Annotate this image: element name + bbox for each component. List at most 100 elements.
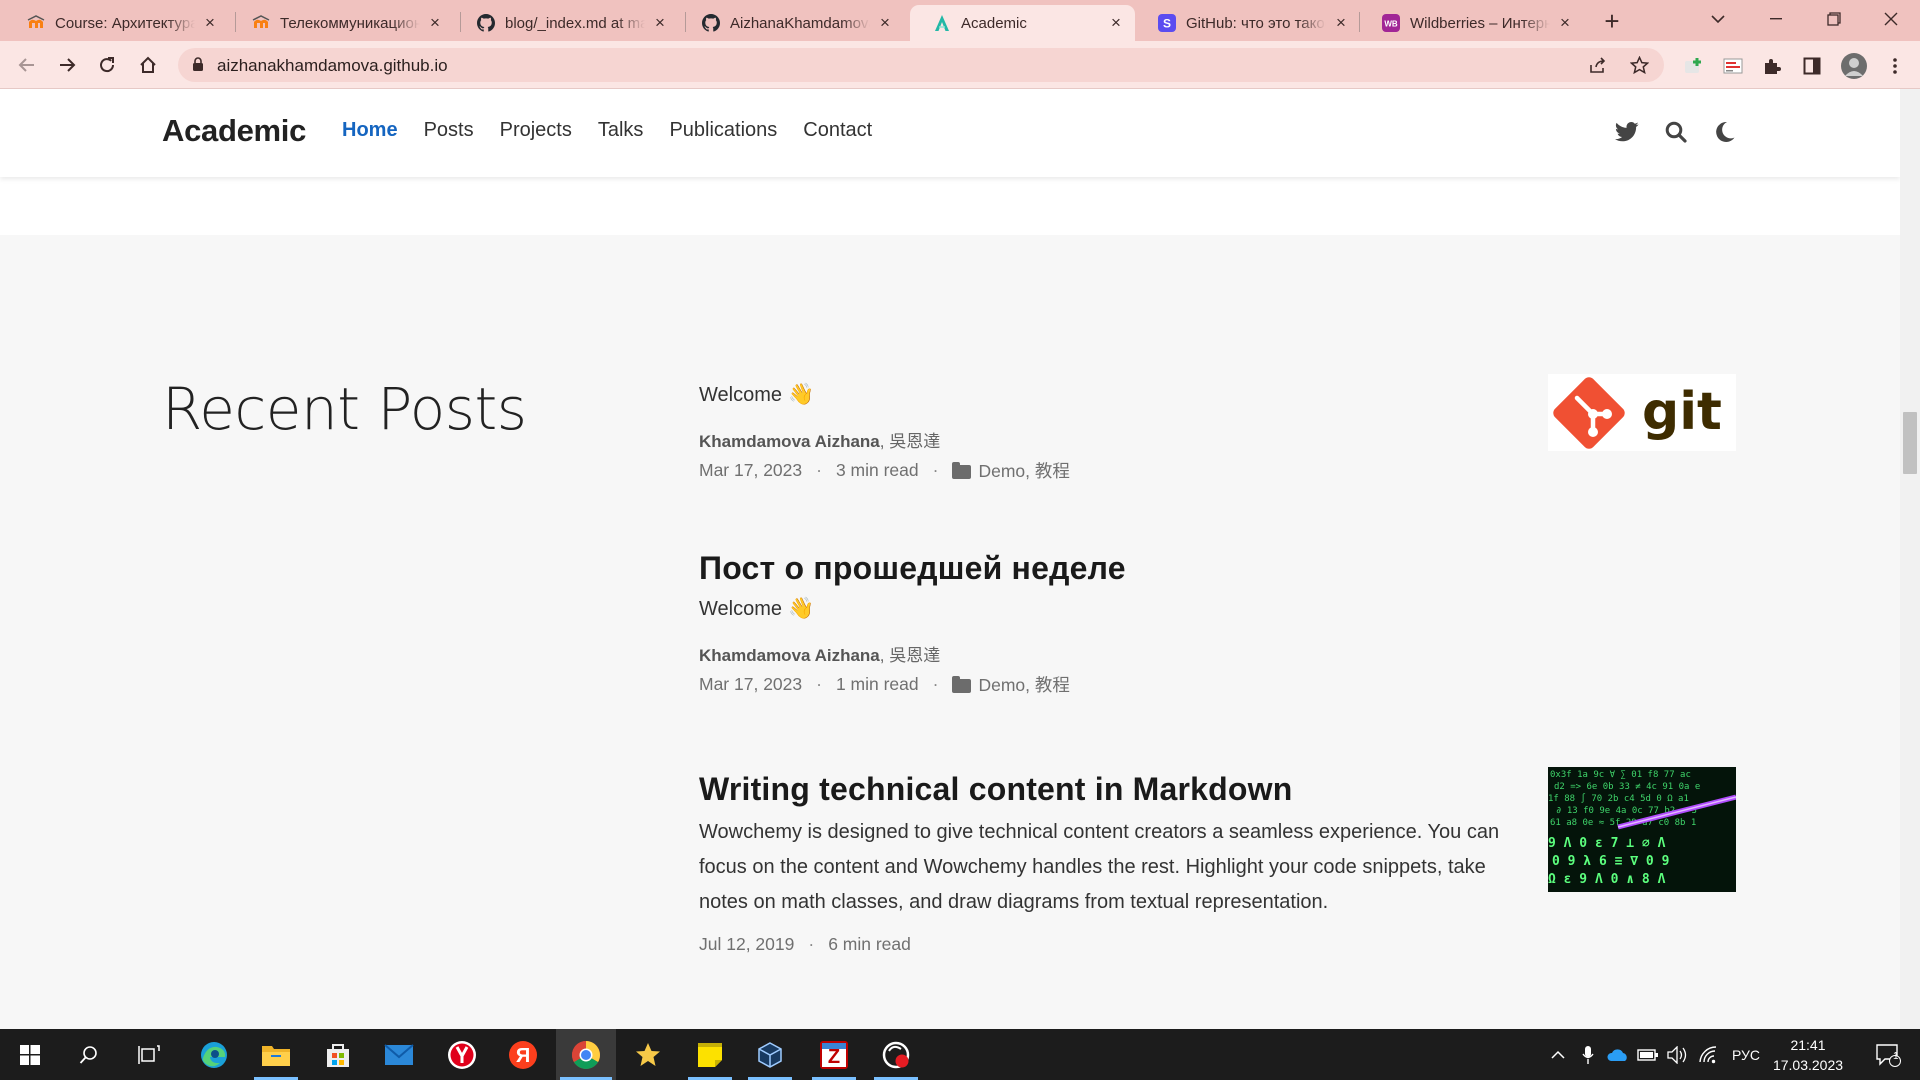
language-indicator[interactable]: РУС <box>1726 1029 1766 1080</box>
minimize-icon[interactable] <box>1747 0 1805 38</box>
tab-title: blog/_index.md at main <box>505 14 645 32</box>
reload-icon[interactable] <box>91 49 123 81</box>
restore-icon[interactable] <box>1805 0 1863 38</box>
side-panel-icon[interactable] <box>1801 55 1823 77</box>
microphone-icon[interactable] <box>1576 1029 1600 1080</box>
page-scrollbar[interactable] <box>1900 89 1920 1029</box>
clock-date: 17.03.2023 <box>1772 1057 1844 1073</box>
folder-icon <box>952 461 972 479</box>
nav-talks[interactable]: Talks <box>598 119 644 142</box>
browser-tab[interactable]: S GitHub: что это такое × <box>1135 5 1360 41</box>
home-icon[interactable] <box>132 49 164 81</box>
moodle-icon <box>252 14 270 32</box>
share-icon[interactable] <box>1588 56 1608 79</box>
battery-icon[interactable] <box>1634 1029 1662 1080</box>
back-icon[interactable] <box>11 49 43 81</box>
chrome-icon[interactable] <box>556 1029 616 1080</box>
post-meta: Mar 17, 2023 · 1 min read · Demo, 教程 <box>699 672 1539 697</box>
tab-title: Wildberries – Интернет-магазин <box>1410 14 1550 32</box>
nav-publications[interactable]: Publications <box>669 119 777 142</box>
windows-start-icon[interactable] <box>4 1029 56 1080</box>
store-icon[interactable] <box>312 1029 364 1080</box>
browser-tab[interactable]: Course: Архитектура информационных систе… <box>4 5 229 41</box>
onedrive-icon[interactable] <box>1604 1029 1632 1080</box>
post-summary[interactable]: Welcome 👋 <box>699 377 1539 413</box>
post-read-time: 6 min read <box>828 934 911 954</box>
browser-tab[interactable]: WB Wildberries – Интернет-магазин × <box>1359 5 1584 41</box>
tray-chevron-icon[interactable] <box>1546 1029 1570 1080</box>
post-summary[interactable]: Wowchemy is designed to give technical c… <box>699 815 1529 920</box>
nav-posts[interactable]: Posts <box>424 119 474 142</box>
edge-icon[interactable] <box>188 1029 240 1080</box>
author-link[interactable]: Khamdamova Aizhana <box>699 646 880 665</box>
moon-icon[interactable] <box>1712 119 1738 145</box>
waving-hand-icon: 👋 <box>788 597 815 620</box>
post-title[interactable]: Writing technical content in Markdown <box>699 771 1529 808</box>
nav-contact[interactable]: Contact <box>803 119 872 142</box>
nav-home[interactable]: Home <box>342 119 398 142</box>
code-matrix-image[interactable]: 0x3f 1a 9c ∀ ∑ 01 f8 77 ac d2 => 6e 0b 3… <box>1548 767 1737 892</box>
site-brand[interactable]: Academic <box>162 113 306 149</box>
avatar[interactable] <box>1840 52 1868 80</box>
tab-title: Course: Архитектура информационных систе… <box>55 14 195 32</box>
svg-text:Я: Я <box>516 1045 530 1067</box>
puzzle-icon[interactable] <box>1761 55 1783 77</box>
opera-icon[interactable] <box>870 1029 922 1080</box>
new-tab-button[interactable]: + <box>1598 8 1626 36</box>
close-tab-icon[interactable]: × <box>201 14 219 32</box>
svg-text:0x3f 1a 9c ∀ ∑ 01 f8 77 ac: 0x3f 1a 9c ∀ ∑ 01 f8 77 ac <box>1550 770 1691 780</box>
tab-search-icon[interactable] <box>1689 0 1747 38</box>
browser-tab[interactable]: Телекоммуникационные технологии × <box>229 5 454 41</box>
twitter-icon[interactable] <box>1614 119 1640 145</box>
browser-tab-strip: Course: Архитектура информационных систе… <box>0 0 1920 41</box>
close-tab-icon[interactable]: × <box>426 14 444 32</box>
author-link[interactable]: Khamdamova Aizhana <box>699 432 880 451</box>
close-window-icon[interactable] <box>1862 0 1920 38</box>
hero-band <box>0 177 1900 235</box>
browser-tab[interactable]: AizhanaKhamdamova × <box>679 5 904 41</box>
url-text: aizhanakhamdamova.github.io <box>217 56 448 75</box>
close-tab-icon[interactable]: × <box>1556 14 1574 32</box>
file-explorer-icon[interactable] <box>250 1029 302 1080</box>
virtualbox-icon[interactable] <box>744 1029 796 1080</box>
menu-kebab-icon[interactable] <box>1884 55 1906 77</box>
search-icon[interactable] <box>63 1029 115 1080</box>
close-tab-icon[interactable]: × <box>1107 14 1125 32</box>
post-summary[interactable]: Welcome 👋 <box>699 591 1539 627</box>
yandex-icon[interactable]: Я <box>497 1029 549 1080</box>
extension-plus-icon[interactable] <box>1682 55 1704 77</box>
star-app-icon[interactable] <box>622 1029 674 1080</box>
close-tab-icon[interactable]: × <box>876 14 894 32</box>
browser-tab-active[interactable]: Academic × <box>910 5 1135 41</box>
mail-icon[interactable] <box>373 1029 425 1080</box>
filezilla-icon[interactable]: Z <box>808 1029 860 1080</box>
lock-icon[interactable] <box>192 57 204 77</box>
bookmark-star-icon[interactable] <box>1629 55 1650 79</box>
git-logo[interactable]: git <box>1548 374 1736 451</box>
post-date: Mar 17, 2023 <box>699 674 803 694</box>
post-categories[interactable]: Demo, 教程 <box>978 672 1069 697</box>
nav-projects[interactable]: Projects <box>500 119 572 142</box>
meta-separator: · <box>932 460 939 480</box>
author-rest[interactable]: , 吳恩達 <box>880 646 940 665</box>
wifi-icon[interactable] <box>1694 1029 1722 1080</box>
sticky-notes-icon[interactable] <box>684 1029 736 1080</box>
task-view-icon[interactable] <box>123 1029 175 1080</box>
close-tab-icon[interactable]: × <box>1332 14 1350 32</box>
author-rest[interactable]: , 吳恩達 <box>880 432 940 451</box>
forward-icon[interactable] <box>51 49 83 81</box>
yandex-browser-icon[interactable] <box>436 1029 488 1080</box>
browser-tab[interactable]: blog/_index.md at main × <box>454 5 679 41</box>
search-icon[interactable] <box>1663 119 1689 145</box>
extension-bars-icon[interactable] <box>1722 55 1744 77</box>
scrollbar-thumb[interactable] <box>1903 412 1917 474</box>
system-clock[interactable]: 21:41 17.03.2023 <box>1770 1035 1846 1075</box>
address-bar[interactable]: aizhanakhamdamova.github.io <box>178 48 1664 82</box>
post-item: Пост о прошедшей неделе Welcome 👋 Khamdam… <box>699 550 1539 697</box>
speaker-icon[interactable] <box>1664 1029 1692 1080</box>
tab-title: AizhanaKhamdamova <box>730 14 870 32</box>
post-categories[interactable]: Demo, 教程 <box>978 458 1069 483</box>
notifications-icon[interactable]: 1 <box>1866 1029 1910 1080</box>
close-tab-icon[interactable]: × <box>651 14 669 32</box>
post-title[interactable]: Пост о прошедшей неделе <box>699 550 1539 587</box>
